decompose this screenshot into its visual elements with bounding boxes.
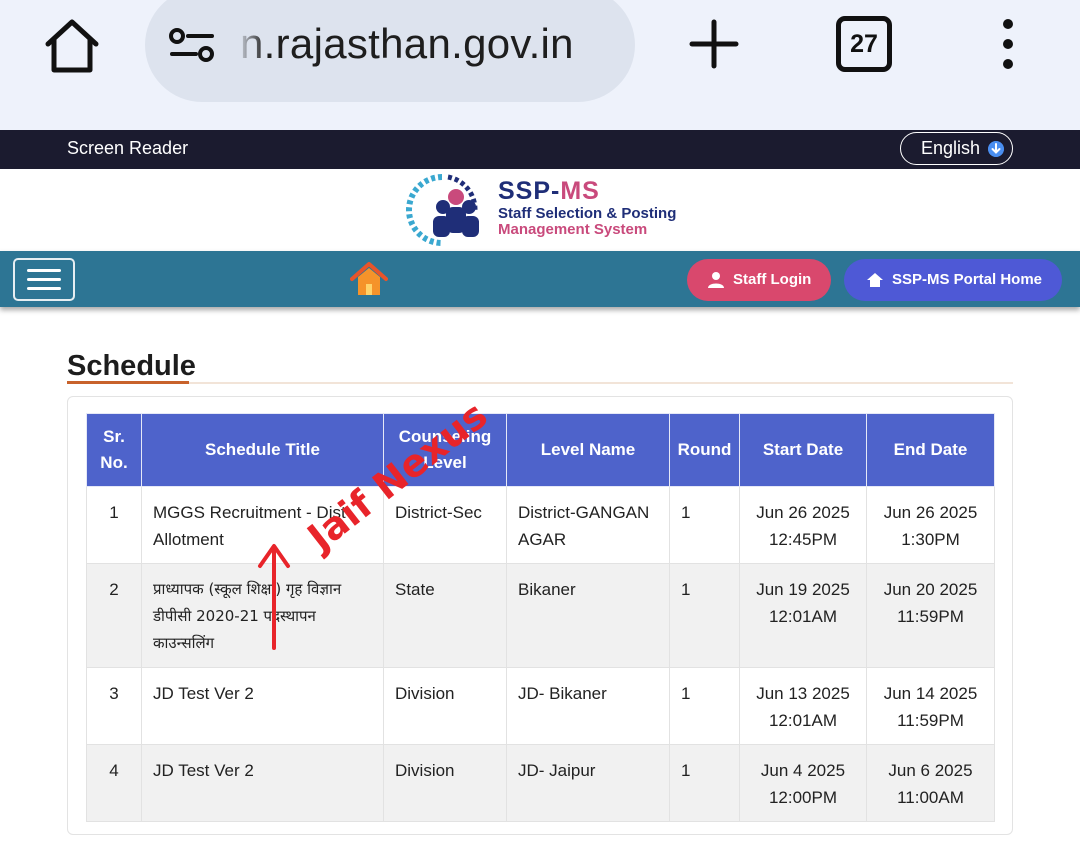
title-divider-accent <box>67 381 189 384</box>
cell-end-date: Jun 6 2025 11:00AM <box>866 744 995 822</box>
home-icon[interactable] <box>40 14 104 78</box>
cell-level-name: JD- Jaipur <box>506 744 670 822</box>
url-text[interactable]: n.rajasthan.gov.in <box>240 20 574 68</box>
col-header-round: Round <box>669 413 740 487</box>
ssp-ms-logo-icon <box>406 174 479 246</box>
cell-round: 1 <box>669 486 740 564</box>
cell-title: JD Test Ver 2 <box>141 667 384 745</box>
cell-end-date: Jun 20 2025 11:59PM <box>866 563 995 668</box>
brand-title-b: MS <box>560 177 600 205</box>
cell-level-name: JD- Bikaner <box>506 667 670 745</box>
staff-login-label: Staff Login <box>733 271 812 288</box>
cell-title: JD Test Ver 2 <box>141 744 384 822</box>
cell-end-date: Jun 26 2025 1:30PM <box>866 486 995 564</box>
house-icon[interactable] <box>350 262 388 296</box>
cell-sr: 4 <box>86 744 142 822</box>
brand-subtitle-2: Management System <box>498 221 648 238</box>
brand-subtitle-1: Staff Selection & Posting <box>498 205 677 222</box>
col-header-level-name: Level Name <box>506 413 670 487</box>
cell-sr: 3 <box>86 667 142 745</box>
url-fade <box>236 18 266 74</box>
table-row: 3 JD Test Ver 2 Division JD- Bikaner 1 J… <box>86 667 995 745</box>
language-button[interactable]: English <box>900 132 1013 165</box>
cell-round: 1 <box>669 744 740 822</box>
cell-end-date: Jun 14 2025 11:59PM <box>866 667 995 745</box>
arrow-annotation-icon <box>258 544 290 650</box>
tabs-icon[interactable]: 27 <box>836 16 892 72</box>
house-icon <box>867 273 883 287</box>
table-header-row: Sr. No. Schedule Title Counseling Level … <box>86 413 995 487</box>
table-row: 2 प्राध्यापक (स्कूल शिक्षा) गृह विज्ञान … <box>86 563 995 668</box>
language-label: English <box>921 138 981 158</box>
screen-reader-link[interactable]: Screen Reader <box>67 138 188 159</box>
cell-level-name: District-GANGANAGAR <box>506 486 670 564</box>
more-vert-icon[interactable] <box>990 16 1026 72</box>
table-row: 1 MGGS Recruitment - Dist Allotment Dist… <box>86 486 995 564</box>
cell-sr: 1 <box>86 486 142 564</box>
cell-level-name: Bikaner <box>506 563 670 668</box>
schedule-table: Sr. No. Schedule Title Counseling Level … <box>86 413 995 822</box>
cell-start-date: Jun 19 2025 12:01AM <box>739 563 867 668</box>
col-header-title: Schedule Title <box>141 413 384 487</box>
title-divider <box>67 382 1013 384</box>
cell-counseling-level: State <box>383 563 507 668</box>
staff-login-button[interactable]: Staff Login <box>687 259 831 301</box>
cell-counseling-level: Division <box>383 744 507 822</box>
cell-counseling-level: Division <box>383 667 507 745</box>
brand-title-a: SSP- <box>498 177 561 205</box>
tab-count: 27 <box>850 29 878 58</box>
cell-start-date: Jun 13 2025 12:01AM <box>739 667 867 745</box>
plus-icon[interactable] <box>686 16 742 72</box>
cell-round: 1 <box>669 667 740 745</box>
brand-title: SSP-MS <box>498 177 600 206</box>
col-header-end-date: End Date <box>866 413 995 487</box>
site-settings-icon[interactable] <box>168 26 216 64</box>
table-row: 4 JD Test Ver 2 Division JD- Jaipur 1 Ju… <box>86 744 995 822</box>
hamburger-icon[interactable] <box>13 258 75 301</box>
cell-start-date: Jun 26 2025 12:45PM <box>739 486 867 564</box>
cell-sr: 2 <box>86 563 142 668</box>
user-icon <box>708 272 724 288</box>
cell-round: 1 <box>669 563 740 668</box>
portal-home-button[interactable]: SSP-MS Portal Home <box>844 259 1062 301</box>
page-title: Schedule <box>67 350 196 382</box>
cell-start-date: Jun 4 2025 12:00PM <box>739 744 867 822</box>
col-header-sr: Sr. No. <box>86 413 142 487</box>
portal-home-label: SSP-MS Portal Home <box>892 271 1043 288</box>
col-header-start-date: Start Date <box>739 413 867 487</box>
download-icon <box>988 141 1004 157</box>
